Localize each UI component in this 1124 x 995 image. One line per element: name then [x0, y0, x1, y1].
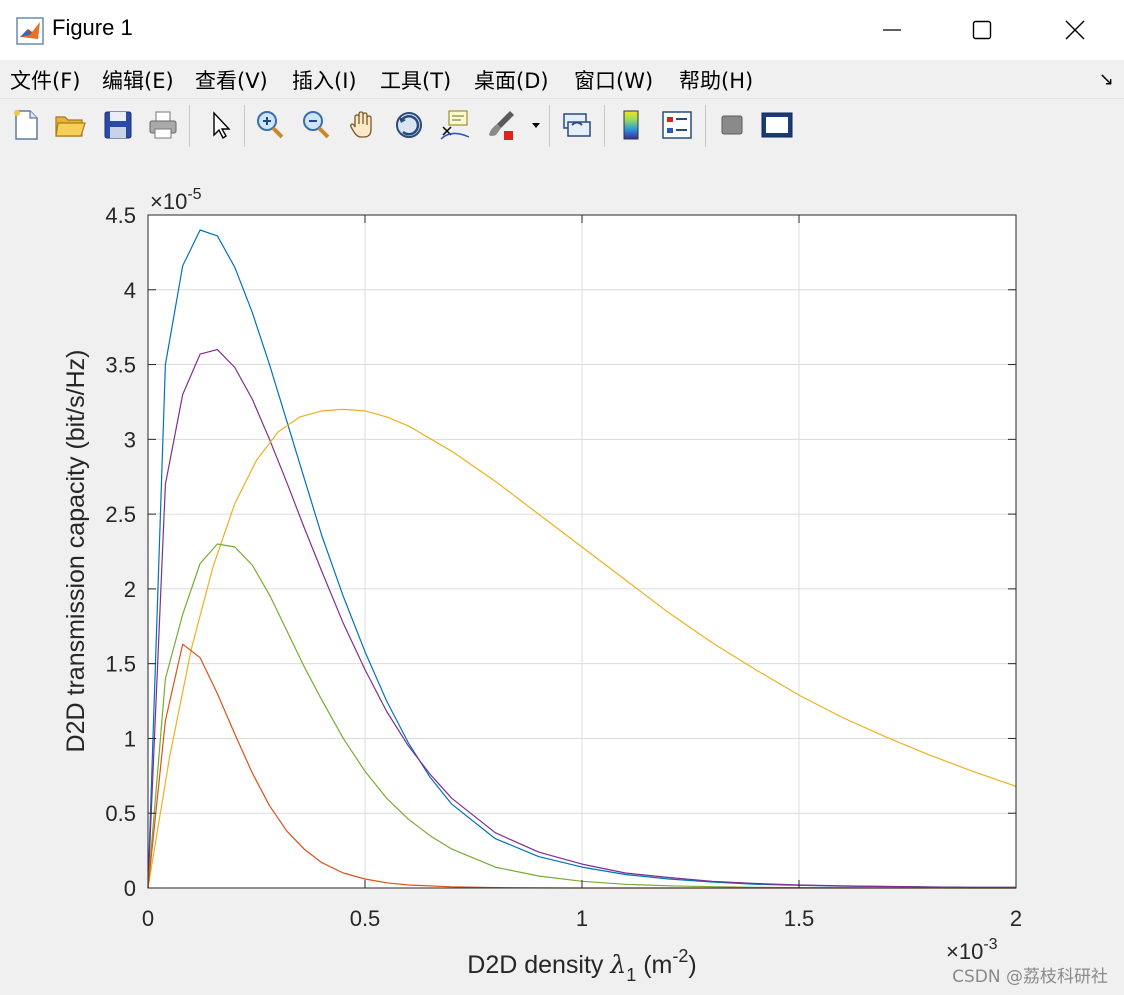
y-tick-label: 4 [124, 278, 136, 303]
toolbar-separator [604, 105, 605, 147]
menu-help[interactable]: 帮助(H) [679, 65, 753, 95]
y-tick-label: 1 [124, 726, 136, 751]
matlab-logo-icon [16, 17, 44, 45]
print-icon[interactable] [145, 107, 181, 143]
select-arrow-icon[interactable] [202, 107, 238, 143]
y-tick-label: 4.5 [105, 203, 136, 228]
y-exponent-label: ×10-5 [150, 186, 202, 214]
y-tick-label: 3 [124, 427, 136, 452]
title-bar: Figure 1 [0, 0, 1124, 60]
watermark: CSDN @荔枝科研社 [952, 967, 1108, 987]
menu-desktop[interactable]: 桌面(D) [474, 65, 549, 95]
window-title: Figure 1 [52, 15, 133, 40]
menu-window[interactable]: 窗口(W) [574, 65, 653, 95]
x-axis-label: D2D density λ1 (m-2) [467, 946, 696, 985]
legend-icon[interactable] [659, 107, 695, 143]
figure-area: 0 0.5 1 1.5 2 0 0.5 1 1.5 2 2.5 3 3.5 4 4.5 ×10-5 ×10-… [0, 153, 1124, 995]
menu-tools[interactable]: 工具(T) [380, 65, 451, 95]
dock-arrow-icon[interactable]: ↘ [1099, 69, 1114, 90]
close-button[interactable] [1030, 0, 1120, 60]
maximize-icon [972, 20, 992, 40]
toolbar [0, 98, 1124, 154]
y-tick-label: 0 [124, 876, 136, 901]
chart[interactable]: 0 0.5 1 1.5 2 0 0.5 1 1.5 2 2.5 3 3.5 4 4.5 ×10-5 ×10-… [0, 153, 1124, 995]
show-plot-tools-icon[interactable] [759, 107, 795, 143]
zoom-out-icon[interactable] [298, 107, 334, 143]
pan-hand-icon[interactable] [345, 107, 381, 143]
menu-insert[interactable]: 插入(I) [292, 65, 357, 95]
y-tick-label: 2 [124, 577, 136, 602]
menu-view[interactable]: 查看(V) [195, 65, 268, 95]
x-tick-label: 0 [142, 906, 154, 931]
menu-bar: 文件(F) 编辑(E) 查看(V) 插入(I) 工具(T) 桌面(D) 窗口(W… [0, 60, 1124, 98]
toolbar-separator [705, 105, 706, 147]
menu-edit[interactable]: 编辑(E) [102, 65, 174, 95]
zoom-in-icon[interactable] [252, 107, 288, 143]
toolbar-separator [189, 105, 190, 147]
hide-plot-tools-icon[interactable] [714, 107, 750, 143]
x-tick-label: 1 [576, 906, 588, 931]
x-tick-label: 0.5 [350, 906, 381, 931]
minimize-button[interactable] [847, 0, 937, 60]
toolbar-separator [244, 105, 245, 147]
data-cursor-icon[interactable] [437, 107, 473, 143]
toolbar-separator [549, 105, 550, 147]
y-tick-label: 1.5 [105, 652, 136, 677]
open-file-icon[interactable] [52, 107, 88, 143]
link-plot-icon[interactable] [559, 107, 595, 143]
y-tick-label: 0.5 [105, 801, 136, 826]
colorbar-icon[interactable] [613, 107, 649, 143]
maximize-button[interactable] [937, 0, 1027, 60]
brush-icon[interactable] [484, 107, 520, 143]
rotate-3d-icon[interactable] [391, 107, 427, 143]
close-icon [1065, 20, 1085, 40]
x-tick-label: 2 [1010, 906, 1022, 931]
new-figure-icon[interactable] [8, 107, 44, 143]
save-icon[interactable] [100, 107, 136, 143]
x-tick-label: 1.5 [784, 906, 815, 931]
y-tick-label: 3.5 [105, 353, 136, 378]
menu-file[interactable]: 文件(F) [10, 65, 80, 95]
y-axis-label: D2D transmission capacity (bit/s/Hz) [62, 350, 90, 753]
brush-dropdown-arrow-icon[interactable] [528, 107, 544, 143]
x-exponent-label: ×10-3 [946, 936, 998, 964]
minimize-icon [883, 29, 901, 31]
y-tick-label: 2.5 [105, 502, 136, 527]
